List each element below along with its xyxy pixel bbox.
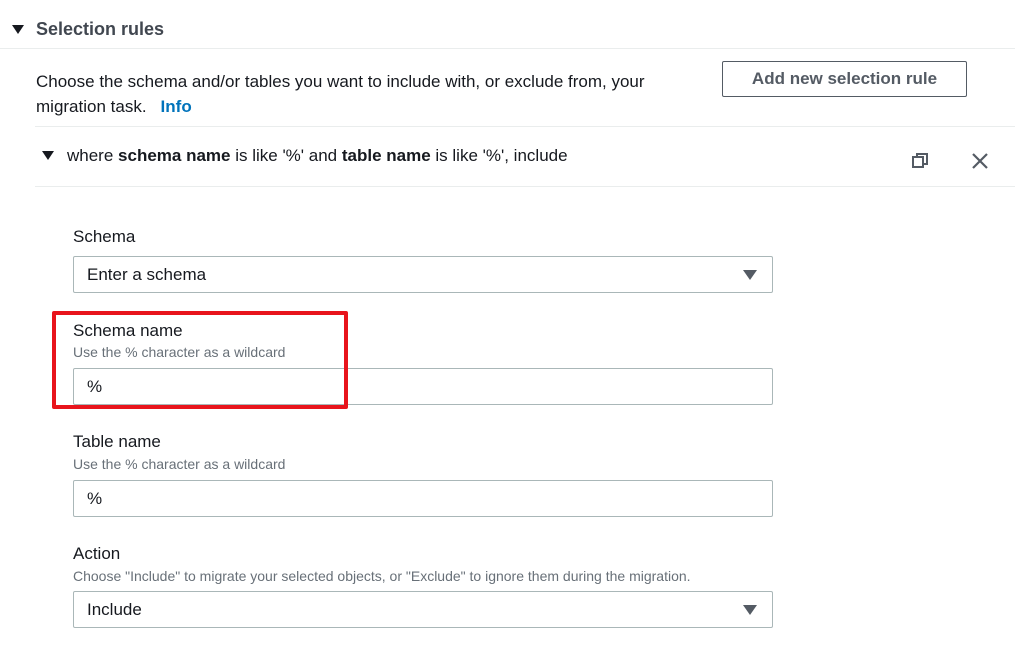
divider [0,48,1015,49]
add-selection-rule-button[interactable]: Add new selection rule [722,61,967,97]
section-toggle[interactable]: Selection rules [12,19,172,39]
schema-label: Schema [73,227,136,246]
divider [35,186,1015,187]
caret-down-icon [12,25,24,34]
action-select[interactable]: Include [73,591,773,628]
table-name-input[interactable]: % [73,480,773,517]
action-label: Action [73,544,121,563]
table-name-hint: Use the % character as a wildcard [73,456,286,472]
divider [35,126,1015,127]
action-hint: Choose "Include" to migrate your selecte… [73,568,691,584]
section-description: Choose the schema and/or tables you want… [36,72,645,116]
dropdown-arrow-icon [743,270,757,280]
copy-icon[interactable] [911,152,929,170]
highlight-box [52,311,348,409]
table-name-label: Table name [73,432,161,451]
rule-summary: where schema name is like '%' and table … [67,146,568,165]
close-icon[interactable] [971,152,989,170]
schema-select[interactable]: Enter a schema [73,256,773,293]
caret-down-icon [42,151,54,160]
info-link[interactable]: Info [161,97,192,116]
dropdown-arrow-icon [743,605,757,615]
rule-toggle[interactable]: where schema name is like '%' and table … [42,145,842,167]
section-title: Selection rules [36,19,165,39]
